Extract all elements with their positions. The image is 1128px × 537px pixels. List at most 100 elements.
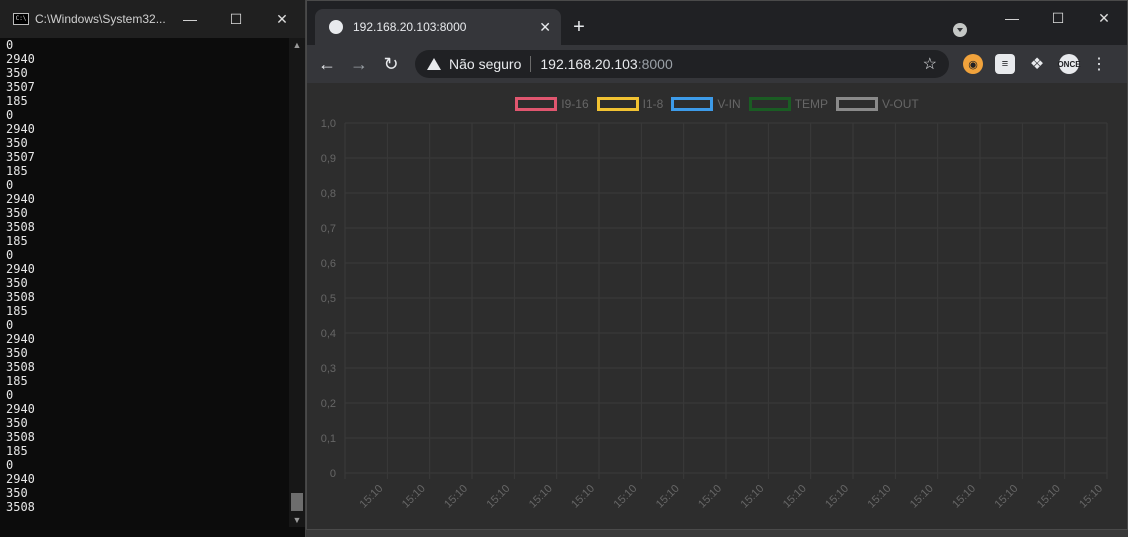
cmd-titlebar[interactable]: C:\ C:\Windows\System32... — ☐ ✕ xyxy=(0,0,305,38)
menu-dots-icon[interactable]: ⋮ xyxy=(1091,54,1107,74)
x-tick-label: 15:10 xyxy=(866,483,894,511)
extensions-puzzle-icon[interactable]: ❖ xyxy=(1027,54,1047,74)
tab-title: 192.168.20.103:8000 xyxy=(353,20,467,34)
minimize-icon[interactable]: — xyxy=(167,0,213,38)
extension-once-icon[interactable]: ONCE xyxy=(1057,54,1081,74)
cmd-output-line: 3507 xyxy=(6,150,35,164)
tab-search-icon[interactable] xyxy=(953,23,967,37)
y-tick-label: 0,3 xyxy=(321,363,336,375)
cmd-output-line: 3507 xyxy=(6,80,35,94)
cmd-output-line: 0 xyxy=(6,108,14,122)
divider xyxy=(530,56,532,72)
browser-window[interactable]: 192.168.20.103:8000 ✕ + — ☐ ✕ ← → ↻ Não … xyxy=(306,0,1128,530)
y-tick-label: 0,9 xyxy=(321,153,336,165)
cmd-scrollbar[interactable]: ▲ ▼ xyxy=(289,38,305,527)
cmd-window-title: C:\Windows\System32... xyxy=(35,12,166,26)
browser-tab[interactable]: 192.168.20.103:8000 ✕ xyxy=(315,9,561,45)
cmd-output-line: 2940 xyxy=(6,122,35,136)
cmd-window[interactable]: C:\ C:\Windows\System32... — ☐ ✕ 0 2940 35… xyxy=(0,0,306,537)
cmd-output-line: 3508 xyxy=(6,220,35,234)
y-tick-label: 0,8 xyxy=(321,188,336,200)
warning-icon[interactable] xyxy=(427,58,441,70)
tab-strip[interactable]: 192.168.20.103:8000 ✕ + — ☐ ✕ xyxy=(307,1,1127,45)
cmd-output-line: 350 xyxy=(6,276,28,290)
page-content: I9-16 I1-8 V-IN TEMP V-OUT 1,0 0,9 0,8 0,7 0,6 0,… xyxy=(307,83,1127,529)
reload-icon[interactable]: ↻ xyxy=(377,50,405,78)
x-tick-label: 15:10 xyxy=(442,483,470,511)
cmd-output-line: 350 xyxy=(6,206,28,220)
x-tick-label: 15:10 xyxy=(993,483,1021,511)
cmd-output-line: 185 xyxy=(6,234,28,248)
url-host[interactable]: 192.168.20.103 xyxy=(540,56,637,72)
close-icon[interactable]: ✕ xyxy=(259,0,305,38)
x-tick-label: 15:10 xyxy=(400,483,428,511)
x-tick-label: 15:10 xyxy=(1035,483,1063,511)
y-tick-label: 0,5 xyxy=(321,293,336,305)
maximize-icon[interactable]: ☐ xyxy=(1035,1,1081,35)
bookmark-star-icon[interactable]: ☆ xyxy=(923,54,937,74)
y-tick-label: 0,4 xyxy=(321,328,336,340)
minimize-icon[interactable]: — xyxy=(989,1,1035,35)
x-tick-label: 15:10 xyxy=(908,483,936,511)
cmd-output-line: 2940 xyxy=(6,262,35,276)
cmd-output-line: 3508 xyxy=(6,430,35,444)
security-status[interactable]: Não seguro xyxy=(449,56,521,72)
extension-database-icon[interactable]: ≡ xyxy=(995,54,1015,74)
cmd-output-line: 350 xyxy=(6,136,28,150)
x-tick-label: 15:10 xyxy=(485,483,513,511)
x-tick-label: 15:10 xyxy=(358,483,386,511)
back-icon[interactable]: ← xyxy=(313,50,341,78)
extension-owl-icon[interactable]: ◉ xyxy=(963,54,983,74)
url-port[interactable]: :8000 xyxy=(638,56,673,72)
cmd-output-line: 350 xyxy=(6,66,28,80)
close-icon[interactable]: ✕ xyxy=(1081,1,1127,35)
globe-icon xyxy=(329,20,343,34)
cmd-output-line: 2940 xyxy=(6,332,35,346)
y-tick-label: 0,2 xyxy=(321,398,336,410)
x-tick-label: 15:10 xyxy=(612,483,640,511)
x-tick-label: 15:10 xyxy=(823,483,851,511)
cmd-output-line: 185 xyxy=(6,374,28,388)
scroll-down-icon[interactable]: ▼ xyxy=(289,513,305,527)
new-tab-button[interactable]: + xyxy=(569,17,589,37)
cmd-output-line: 185 xyxy=(6,94,28,108)
cmd-output-line: 2940 xyxy=(6,402,35,416)
desktop: C:\ C:\Windows\System32... — ☐ ✕ 0 2940 35… xyxy=(0,0,1128,537)
cmd-output-line: 0 xyxy=(6,388,14,402)
cmd-output-line: 0 xyxy=(6,248,14,262)
cmd-output-line: 0 xyxy=(6,38,14,52)
x-tick-label: 15:10 xyxy=(654,483,682,511)
cmd-output-line: 185 xyxy=(6,444,28,458)
x-tick-label: 15:10 xyxy=(696,483,724,511)
tab-close-icon[interactable]: ✕ xyxy=(539,19,551,36)
scroll-thumb[interactable] xyxy=(291,493,303,511)
cmd-output-line: 2940 xyxy=(6,192,35,206)
cmd-output-line: 350 xyxy=(6,346,28,360)
x-tick-label: 15:10 xyxy=(739,483,767,511)
cmd-output[interactable]: 0 2940 350 3507 185 0 2940 350 3507 185 0 2940 350 35… xyxy=(0,38,290,527)
address-bar[interactable]: Não seguro 192.168.20.103 :8000 ☆ xyxy=(415,50,949,78)
y-tick-label: 0 xyxy=(330,468,336,480)
maximize-icon[interactable]: ☐ xyxy=(213,0,259,38)
cmd-output-line: 350 xyxy=(6,416,28,430)
cmd-output-line: 3508 xyxy=(6,360,35,374)
cmd-output-line: 3508 xyxy=(6,500,35,514)
x-tick-label: 15:10 xyxy=(781,483,809,511)
browser-toolbar: ← → ↻ Não seguro 192.168.20.103 :8000 ☆ … xyxy=(307,45,1127,83)
x-tick-label: 15:10 xyxy=(950,483,978,511)
cmd-app-icon: C:\ xyxy=(13,13,29,25)
cmd-output-line: 2940 xyxy=(6,472,35,486)
cmd-output-line: 185 xyxy=(6,304,28,318)
y-tick-label: 0,1 xyxy=(321,433,336,445)
y-tick-label: 1,0 xyxy=(321,118,336,130)
x-tick-label: 15:10 xyxy=(527,483,555,511)
x-tick-label: 15:10 xyxy=(1077,483,1105,511)
cmd-output-line: 185 xyxy=(6,164,28,178)
line-chart: 1,0 0,9 0,8 0,7 0,6 0,5 0,4 0,3 0,2 0,1 0 15:10 15:1… xyxy=(321,118,1108,511)
cmd-output-line: 3508 xyxy=(6,290,35,304)
y-tick-label: 0,7 xyxy=(321,223,336,235)
cmd-output-line: 0 xyxy=(6,178,14,192)
scroll-up-icon[interactable]: ▲ xyxy=(289,38,305,52)
x-tick-label: 15:10 xyxy=(569,483,597,511)
forward-icon[interactable]: → xyxy=(345,50,373,78)
